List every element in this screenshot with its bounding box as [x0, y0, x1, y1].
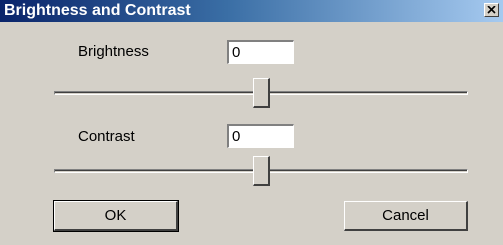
contrast-label: Contrast — [78, 128, 135, 145]
brightness-label: Brightness — [78, 43, 149, 60]
title-bar[interactable]: Brightness and Contrast — [0, 0, 503, 22]
brightness-slider[interactable] — [54, 78, 468, 108]
brightness-slider-thumb[interactable] — [253, 78, 270, 108]
contrast-input[interactable] — [227, 124, 294, 148]
close-icon — [487, 6, 496, 14]
brightness-contrast-dialog: Brightness and Contrast Brightness Contr… — [0, 0, 503, 245]
contrast-slider-thumb[interactable] — [253, 156, 270, 186]
dialog-title: Brightness and Contrast — [4, 2, 191, 19]
brightness-input[interactable] — [227, 40, 294, 64]
cancel-button[interactable]: Cancel — [344, 201, 468, 231]
contrast-slider[interactable] — [54, 156, 468, 186]
ok-button[interactable]: OK — [53, 200, 179, 232]
close-button[interactable] — [484, 3, 499, 17]
